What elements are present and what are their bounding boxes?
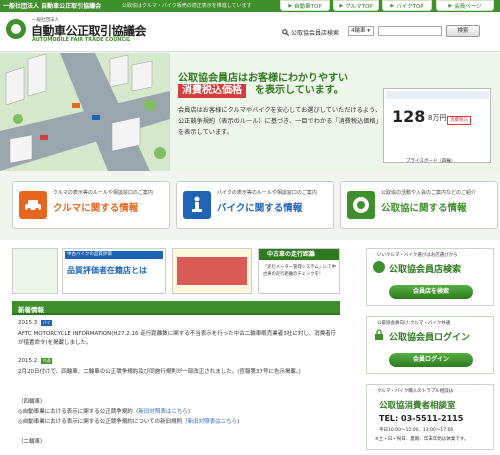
hero-suffix: を表示しています。 [255,85,344,96]
search-button[interactable]: 検索 [446,25,480,37]
search-input[interactable] [378,26,442,36]
bike-icon [183,191,211,219]
mileage-banner[interactable]: 中古車の走行距離 「走行メーター管理システム」にて中古車の走行距離のチェックを！ [258,248,340,294]
price-board-caption: プライスボード（四輪） [406,159,456,164]
bike-quality-banner-main: 品質評価者在籍店とは [67,266,147,275]
car-info-title: クルマに関する情報 [53,203,139,214]
mileage-banner-text: 「走行メーター管理システム」にて中古車の走行距離のチェックを！ [263,265,336,277]
news-date: 2015.2 [18,358,38,364]
lock-icon [375,329,383,340]
member-login-button[interactable]: 会員ログイン [389,353,473,367]
council-logo-icon [373,261,385,273]
bike-info-sub: バイクの表示等のルールや相談窓口のご案内 [217,190,317,196]
consult-days: ※土・日・祝日、夏期、年末年始は休業です。 [375,437,469,442]
news-tag: 共通 [41,358,52,364]
hero-title: 公取協会員店はお客様にわかりやすい [178,73,348,84]
car-info-sub: クルマの表示等のルールや相談窓口のご案内 [53,190,153,196]
top-description: 公取協はクルマ・バイク販売の適正表示を推進しています [122,3,252,9]
vehicle-type-select[interactable]: 4輪車 ▾ [348,26,374,36]
nav-automobile-top[interactable]: ▶ 自動車TOP [280,0,330,11]
member-search-sub: いいクルマ・バイク選びはお店選びから [377,253,458,258]
search-icon [282,29,289,36]
comparison-table-link[interactable]: 新旧対照表はこちら [188,419,238,425]
news-header-label: 新着情報 [18,306,44,314]
member-search-box: いいクルマ・バイク選びはお店選びから 公取協会員店検索 会員店を検索 [366,248,494,306]
consumer-consult-box: クルマ・バイク購入のトラブル相談は 公取協消費者相談室 TEL: 03-5511… [366,384,494,450]
city-illustration [0,53,170,171]
car-icon [19,191,47,219]
consult-phone: TEL: 03-5511-2115 [379,414,464,423]
news-item-text[interactable]: AFTC MOTORCYCLE INFORMATION(H27.2.16 走行距… [18,330,338,348]
nav-bike-top[interactable]: ▶ バイクTOP [382,0,432,11]
logo-mark-icon[interactable] [6,19,26,39]
council-info-title: 公取協に関する情報 [381,203,467,214]
news-date: 2015.3 [18,320,38,326]
mileage-banner-title: 中古車の走行距離 [259,249,339,260]
news-item-text: 2月20日付けで、四輪車、二輪車の公正競争規約及び同施行規則が一部改正されました… [18,369,301,375]
news-subheading: （二輪車） [18,439,46,445]
hero-body: 会員店はお客様にクルマやバイクを安心してお選びしていただけるよう、公正競争規約（… [178,107,382,136]
news-header: 新着情報 [12,301,340,315]
member-login-title: 公取協会員ログイン [389,333,471,343]
arrow-icon: ▶ [448,2,453,9]
top-org-name: 一般社団法人 自動車公正取引協議会 [3,3,102,10]
bike-info-title: バイクに関する情報 [217,203,303,214]
member-search-label: 公取協会員店検索 [282,28,339,37]
council-logo-icon [347,191,375,219]
bike-quality-banner-title: 中古バイクの品質評価 [65,251,163,259]
logo-english: AUTOMOBILE FAIR TRADE COUNCIL [32,37,131,43]
consult-title: 公取協消費者相談室 [379,401,456,411]
council-info-panel[interactable]: 公取協の活動や入会のご案内などのご紹介 公取協に関する情報 [340,181,498,229]
special-banner-art [177,257,247,285]
consult-sub: クルマ・バイク購入のトラブル相談は [377,389,454,394]
news-tag: バイク [41,320,52,331]
arrow-icon: ▶ [339,2,344,9]
news-rule-line: ◎自動車業における表示に関する公正競争規約についての新旧規則（新旧対照表はこちら… [18,419,240,425]
hero-badge: 消費税込価格 [178,84,246,98]
news-rule-line: ◎自動車業における表示に関する公正競争規約（新旧対照表はこちら) [18,409,190,415]
member-login-sub: 公取協会員向け:クルマ・バイク共通 [377,321,451,326]
special-banner[interactable] [172,248,252,294]
council-info-sub: 公取協の活動や入会のご案内などのご紹介 [381,190,477,196]
nav-member-page[interactable]: ▶ 会員ページ [436,0,494,11]
price-tax-tag: 消費税込 [447,116,471,125]
comparison-table-link[interactable]: 新旧対照表はこちら [138,409,188,415]
arrow-icon: ▶ [288,2,293,9]
page: 一般社団法人 自動車公正取引協議会 公取協はクルマ・バイク販売の適正表示を推進し… [0,0,500,455]
consult-hours: 平日10:00〜12:00、13:00〜17:00 [379,428,454,433]
bike-info-panel[interactable]: バイクの表示等のルールや相談窓口のご案内 バイクに関する情報 [176,181,334,229]
member-search-button[interactable]: 会員店を検索 [389,285,473,299]
mini-banner[interactable] [12,248,58,294]
arrow-icon: ▶ [390,2,395,9]
price-board: 128 8万円 消費税込 [383,88,491,163]
member-login-box: 公取協会員向け:クルマ・バイク共通 公取協会員ログイン 会員ログイン [366,316,494,374]
member-search-title: 公取協会員店検索 [389,265,462,275]
header: 一般社団法人 自動車公正取引協議会 AUTOMOBILE FAIR TRADE … [0,12,500,52]
price-board-header [386,91,489,99]
car-info-panel[interactable]: クルマの表示等のルールや相談窓口のご案内 クルマに関する情報 [12,181,170,229]
bike-quality-banner[interactable]: 中古バイクの品質評価 品質評価者在籍店とは [62,248,166,294]
price-value: 128 [392,107,426,126]
nav-car-top[interactable]: ▶ クルマTOP [333,0,379,11]
news-subheading: （四輪車） [18,399,46,405]
price-unit: 8万円 [428,114,447,122]
